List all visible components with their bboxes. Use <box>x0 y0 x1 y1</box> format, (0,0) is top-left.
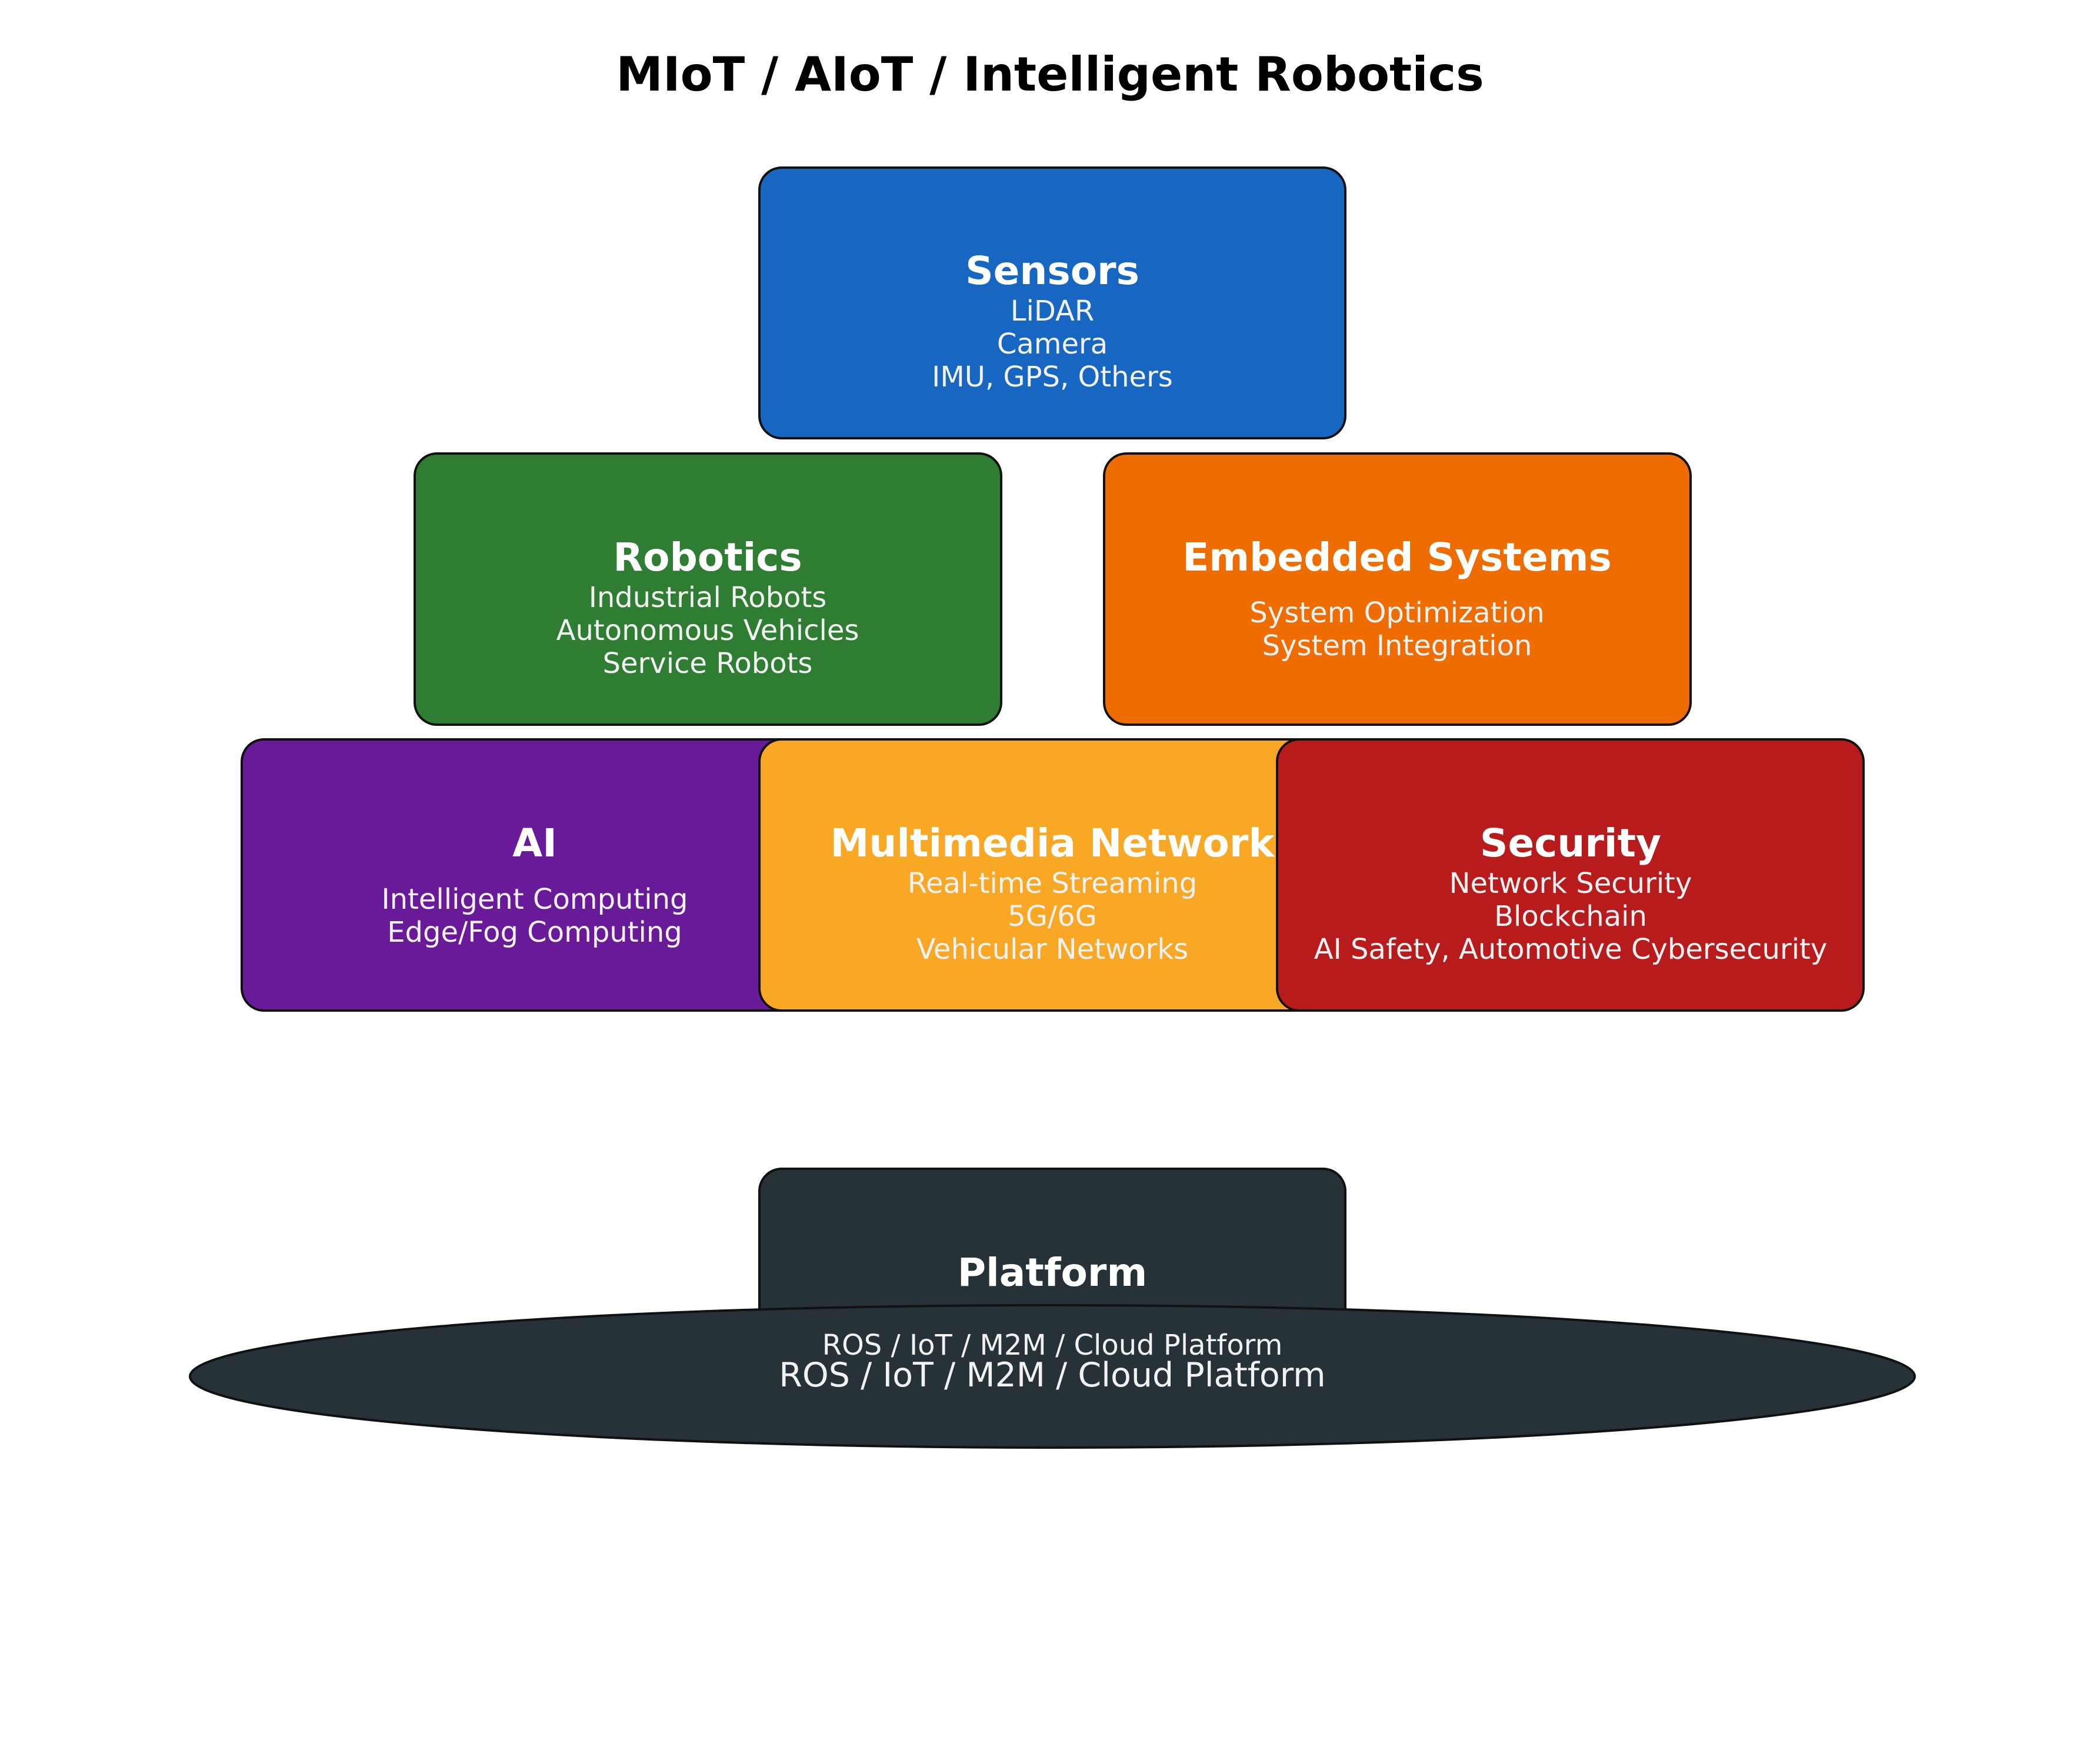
security-box-line: Blockchain <box>1494 900 1647 933</box>
sensors-box: Sensors LiDAR Camera IMU, GPS, Others <box>758 166 1346 439</box>
sensors-box-line: LiDAR <box>1011 295 1094 328</box>
ai-box-line: Edge/Fog Computing <box>387 916 682 949</box>
embedded-systems-box-shape <box>1103 452 1692 726</box>
embedded-systems-box-line: System Optimization <box>1249 596 1544 629</box>
robotics-box-line: Industrial Robots <box>589 581 827 614</box>
multimedia-network-box-line: Vehicular Networks <box>916 933 1188 966</box>
sensors-box-title: Sensors <box>965 248 1139 294</box>
sensors-box-line: IMU, GPS, Others <box>932 361 1173 394</box>
platform-base-label: ROS / IoT / M2M / Cloud Platform <box>779 1356 1325 1395</box>
multimedia-network-box-line: 5G/6G <box>1008 900 1097 933</box>
platform-base: ROS / IoT / M2M / Cloud Platform ROS / I… <box>189 1304 1916 1449</box>
security-box-title: Security <box>1480 821 1661 866</box>
robotics-box-line: Autonomous Vehicles <box>556 614 859 647</box>
robotics-box-title: Robotics <box>613 535 802 580</box>
embedded-systems-box: Embedded Systems System Optimization Sys… <box>1103 452 1692 726</box>
platform-box-title: Platform <box>958 1250 1147 1295</box>
ai-box-title: AI <box>512 821 557 866</box>
sensors-box-line: Camera <box>997 328 1108 361</box>
security-box: Security Network Security Blockchain AI … <box>1276 738 1865 1012</box>
security-box-line: Network Security <box>1449 867 1692 900</box>
ai-box-shape <box>241 738 829 1012</box>
architecture-diagram: MIoT / AIoT / Intelligent Robotics Senso… <box>189 47 1916 1449</box>
security-box-line: AI Safety, Automotive Cybersecurity <box>1314 933 1828 966</box>
ai-box: AI Intelligent Computing Edge/Fog Comput… <box>241 738 829 1012</box>
diagram-title: MIoT / AIoT / Intelligent Robotics <box>616 47 1484 102</box>
multimedia-network-box-title: Multimedia Network <box>831 821 1276 866</box>
robotics-box: Robotics Industrial Robots Autonomous Ve… <box>414 452 1002 726</box>
ai-box-line: Intelligent Computing <box>381 883 688 916</box>
embedded-systems-box-title: Embedded Systems <box>1182 535 1612 580</box>
robotics-box-line: Service Robots <box>603 647 813 680</box>
multimedia-network-box-line: Real-time Streaming <box>908 867 1197 900</box>
multimedia-network-box: Multimedia Network Real-time Streaming 5… <box>758 738 1346 1012</box>
embedded-systems-box-line: System Integration <box>1262 629 1532 662</box>
